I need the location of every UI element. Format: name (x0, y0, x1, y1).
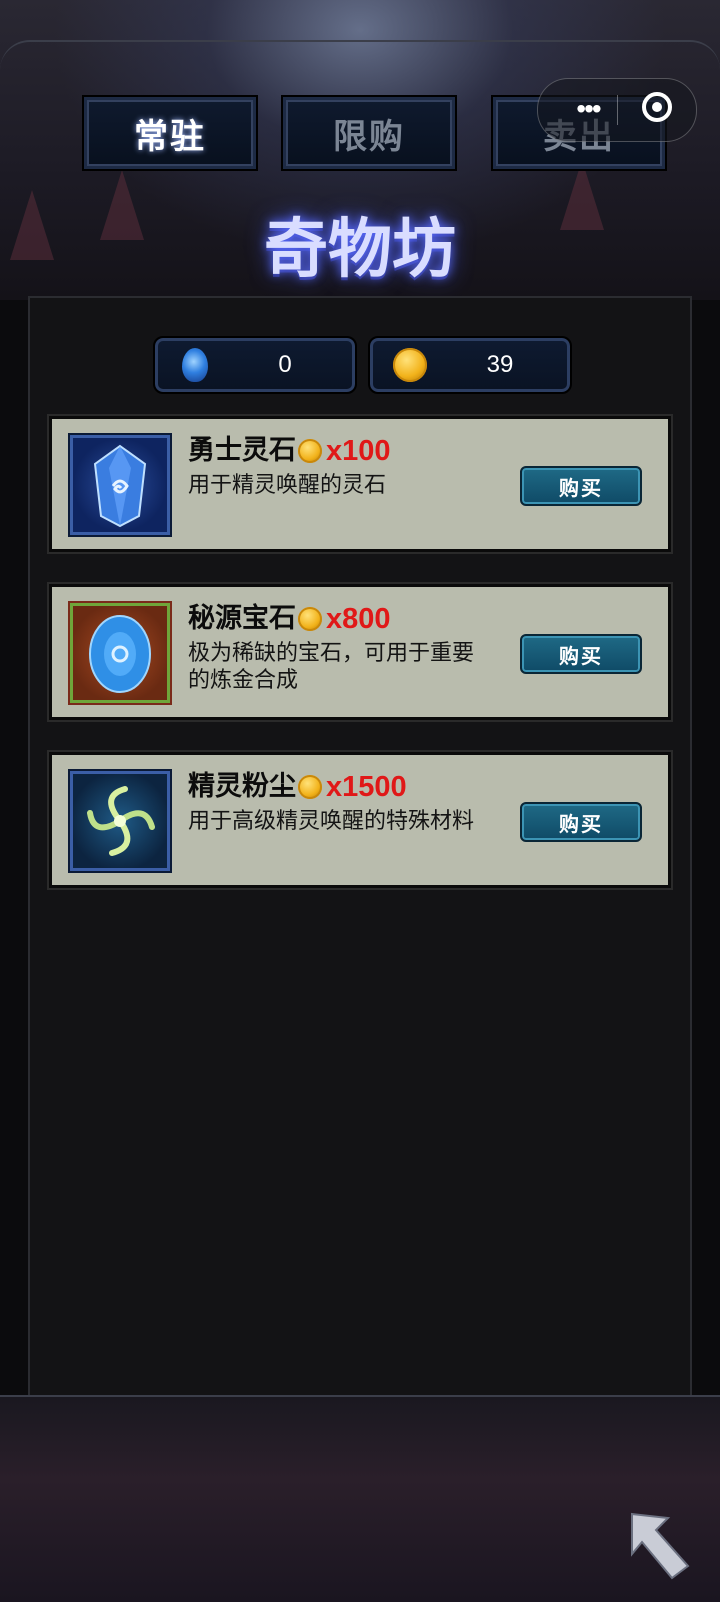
spirit-stone-icon (68, 433, 172, 537)
back-arrow-icon[interactable] (628, 1510, 692, 1582)
shop-item: 勇士灵石 x100 用于精灵唤醒的灵石 购买 (49, 416, 671, 552)
coin-counter: 39 (368, 336, 572, 394)
close-target-icon[interactable] (642, 92, 672, 122)
coin-count: 39 (486, 351, 514, 378)
buy-button[interactable]: 购买 (520, 802, 642, 842)
item-name: 秘源宝石 x800 (188, 601, 391, 637)
item-description: 用于精灵唤醒的灵石 (188, 472, 387, 497)
buy-button[interactable]: 购买 (520, 634, 642, 674)
tab-limited[interactable]: 限购 (281, 95, 457, 171)
spirit-dust-icon (68, 769, 172, 873)
footer-decor (0, 1395, 720, 1602)
capsule-divider (617, 95, 618, 125)
source-gem-icon (68, 601, 172, 705)
shop-item: 秘源宝石 x800 极为稀缺的宝石，可用于重要的炼金合成 购买 (49, 584, 671, 720)
tab-permanent[interactable]: 常驻 (82, 95, 258, 171)
blue-gem-icon (178, 346, 212, 384)
more-icon[interactable]: ••• (560, 95, 616, 123)
item-name: 勇士灵石 x100 (188, 433, 391, 469)
item-name-text: 勇士灵石 (188, 435, 296, 466)
item-price: x1500 (326, 771, 407, 803)
item-name-text: 精灵粉尘 (188, 771, 296, 802)
item-name: 精灵粉尘 x1500 (188, 769, 407, 805)
gem-counter: 0 (153, 336, 357, 394)
item-description: 用于高级精灵唤醒的特殊材料 (188, 808, 475, 833)
gold-coin-icon (298, 775, 322, 799)
gem-count: 0 (278, 351, 292, 378)
miniprogram-capsule: ••• (537, 78, 697, 142)
item-description: 极为稀缺的宝石，可用于重要的炼金合成 (188, 640, 475, 692)
item-price: x100 (326, 435, 391, 467)
shop-item: 精灵粉尘 x1500 用于高级精灵唤醒的特殊材料 购买 (49, 752, 671, 888)
item-price: x800 (326, 603, 391, 635)
gold-coin-icon (298, 607, 322, 631)
gold-coin-icon (298, 439, 322, 463)
item-name-text: 秘源宝石 (188, 603, 296, 634)
buy-button[interactable]: 购买 (520, 466, 642, 506)
page-title: 奇物坊 (264, 212, 456, 287)
gold-coin-icon (393, 346, 427, 384)
